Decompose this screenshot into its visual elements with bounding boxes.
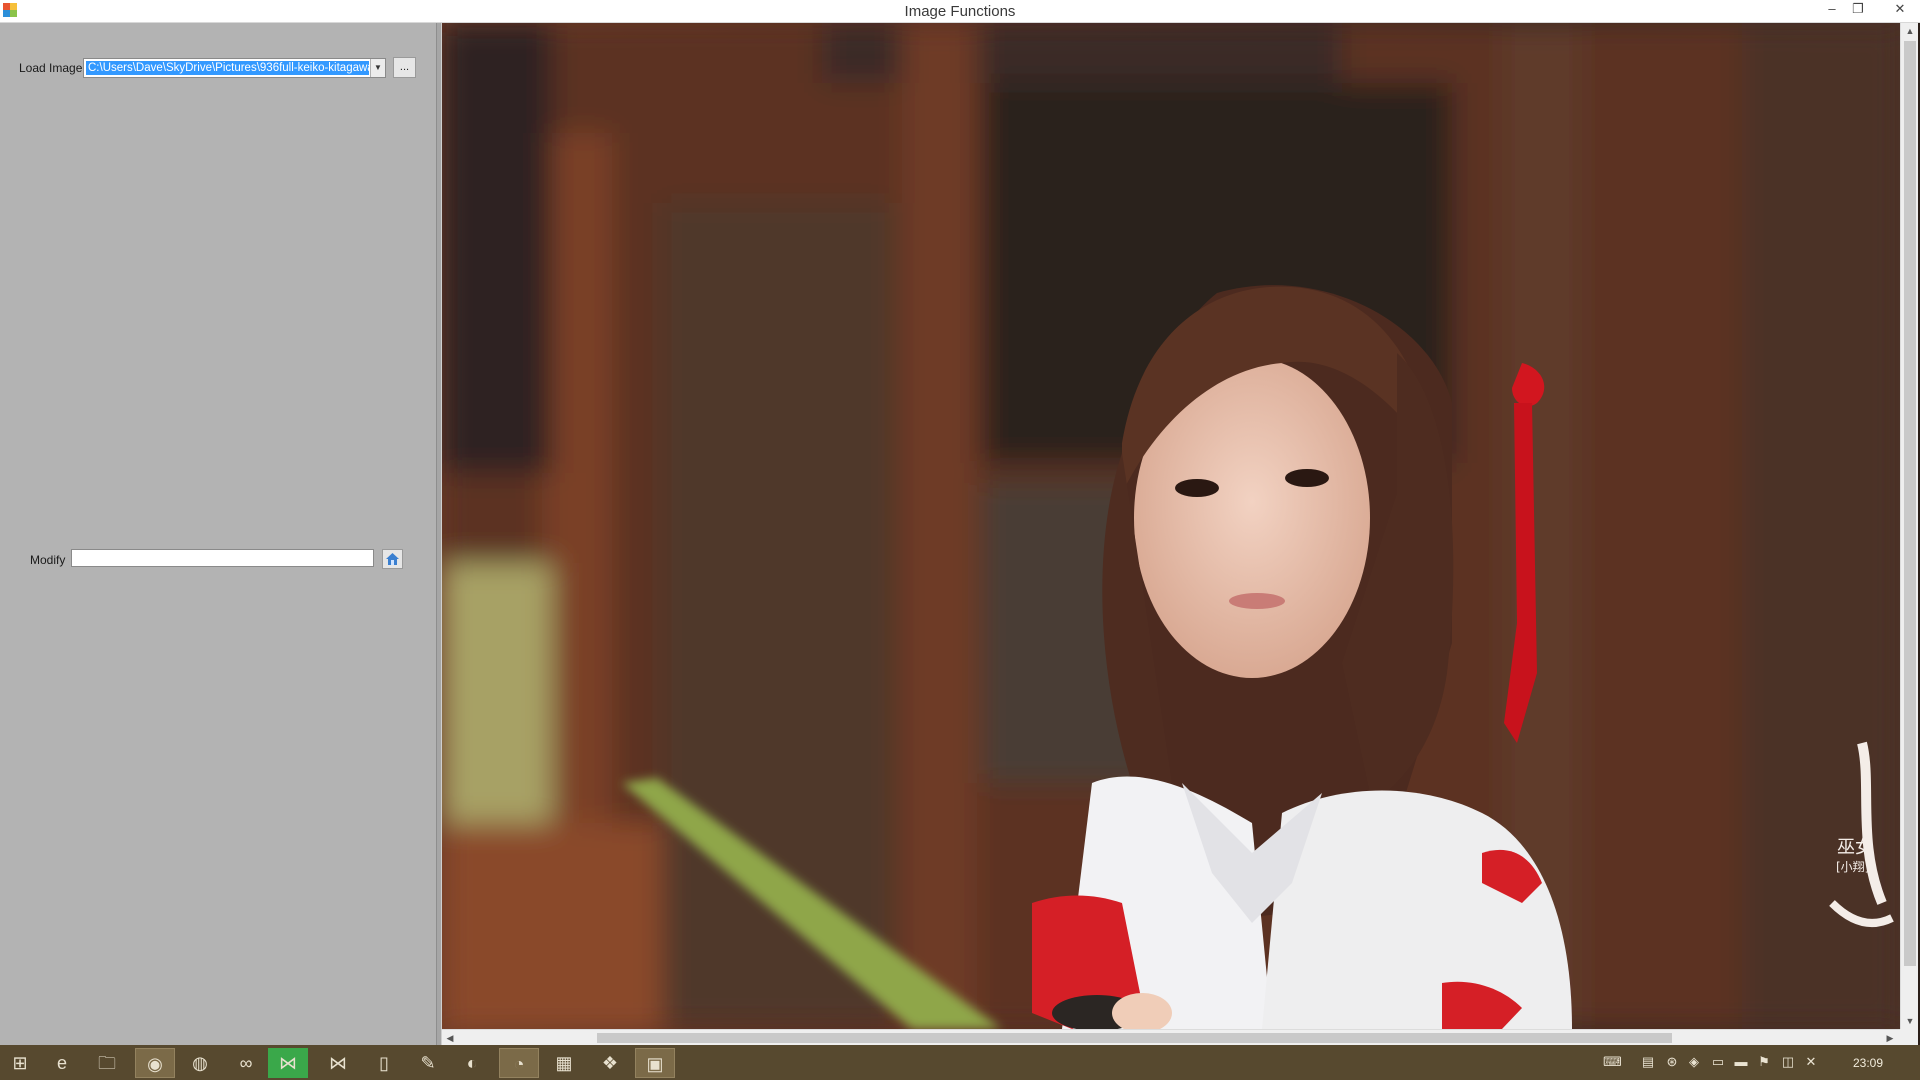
window-title: Image Functions <box>904 3 1016 20</box>
taskbar: ⊞ e 🗀 ◉ ◍ ∞ ⋈ ⋈ ▯ ✎ ◐ ◔ ▦ ❖ ▣ ⌨ ▤ ⊛ ◈ ▭ ▬ ⚑ ◫ ✕ 23:09 <box>0 1045 1920 1080</box>
modify-label: Modify <box>30 553 66 567</box>
vertical-scroll-thumb[interactable] <box>1904 41 1916 966</box>
control-panel: Load Image: C:\Users\Dave\SkyDrive\Pictu… <box>0 23 436 1045</box>
maximize-button[interactable]: ❐ <box>1845 0 1871 20</box>
scroll-right-icon[interactable]: ▶ <box>1882 1030 1898 1045</box>
flag-icon[interactable]: ⚑ <box>1756 1054 1772 1070</box>
windows-app-icon[interactable]: ▦ <box>544 1048 584 1078</box>
image-viewport[interactable]: 巫女 [小翔] ▲ ▼ ◀ ▶ <box>442 23 1920 1045</box>
image-path-value[interactable]: C:\Users\Dave\SkyDrive\Pictures\936full-… <box>86 61 369 75</box>
python-icon[interactable]: ❖ <box>590 1048 630 1078</box>
browse-button[interactable]: ... <box>393 57 416 78</box>
watermark-text-line1: 巫女 <box>1837 837 1873 858</box>
clock[interactable]: 23:09 <box>1853 1056 1883 1070</box>
application-window: Image Functions – ❐ ✕ Load Image: C:\Use… <box>0 0 1920 1045</box>
shield-icon[interactable]: ◈ <box>1686 1054 1702 1070</box>
monitor-icon[interactable]: ▭ <box>1710 1054 1726 1070</box>
close-button[interactable]: ✕ <box>1881 0 1919 20</box>
internet-explorer-icon[interactable]: e <box>42 1048 82 1078</box>
horizontal-scrollbar[interactable]: ◀ ▶ <box>442 1029 1900 1045</box>
watermark-text-line2: [小翔] <box>1836 860 1869 874</box>
drive-icon[interactable]: ▬ <box>1733 1054 1749 1070</box>
tools-icon[interactable]: ✎ <box>408 1048 448 1078</box>
keyboard-icon[interactable]: ⌨ <box>1603 1054 1622 1070</box>
load-image-label: Load Image: <box>19 61 86 75</box>
browser-icon[interactable]: ◐ <box>452 1048 492 1078</box>
visual-studio-active-icon[interactable]: ⋈ <box>268 1048 308 1078</box>
horizontal-scroll-thumb[interactable] <box>597 1033 1672 1043</box>
volume-muted-icon[interactable]: ✕ <box>1803 1054 1819 1070</box>
chevron-down-icon[interactable]: ▼ <box>370 59 385 77</box>
windows-start-icon[interactable]: ⊞ <box>0 1048 40 1078</box>
image-path-combobox[interactable]: C:\Users\Dave\SkyDrive\Pictures\936full-… <box>83 58 386 78</box>
modify-input[interactable] <box>71 549 374 567</box>
document-icon[interactable]: ▯ <box>364 1048 404 1078</box>
file-explorer-icon[interactable]: 🗀 <box>87 1048 127 1078</box>
loaded-photo: 巫女 [小翔] <box>442 23 1900 1029</box>
visual-studio-icon[interactable]: ⋈ <box>318 1048 358 1078</box>
folder-icon[interactable]: ▤ <box>1640 1054 1656 1070</box>
apply-modify-button[interactable] <box>382 549 403 569</box>
vertical-scrollbar[interactable]: ▲ ▼ <box>1900 23 1918 1029</box>
house-arrow-icon <box>386 553 399 565</box>
wifi-icon[interactable]: ◫ <box>1780 1054 1796 1070</box>
minimize-button[interactable]: – <box>1819 0 1845 20</box>
network-icon[interactable]: ⊛ <box>1664 1054 1680 1070</box>
scroll-left-icon[interactable]: ◀ <box>442 1030 458 1045</box>
image-functions-icon[interactable]: ▣ <box>635 1048 675 1078</box>
app-globe-icon[interactable]: ◍ <box>180 1048 220 1078</box>
app-link-icon[interactable]: ∞ <box>226 1048 266 1078</box>
scroll-down-icon[interactable]: ▼ <box>1901 1013 1919 1029</box>
title-bar[interactable]: Image Functions – ❐ ✕ <box>0 0 1920 23</box>
scrollbar-corner <box>1900 1029 1918 1045</box>
photo-illustration: 巫女 [小翔] <box>442 23 1900 1029</box>
eye-app-icon[interactable]: ◔ <box>499 1048 539 1078</box>
scroll-up-icon[interactable]: ▲ <box>1901 23 1919 39</box>
firefox-icon[interactable]: ◉ <box>135 1048 175 1078</box>
